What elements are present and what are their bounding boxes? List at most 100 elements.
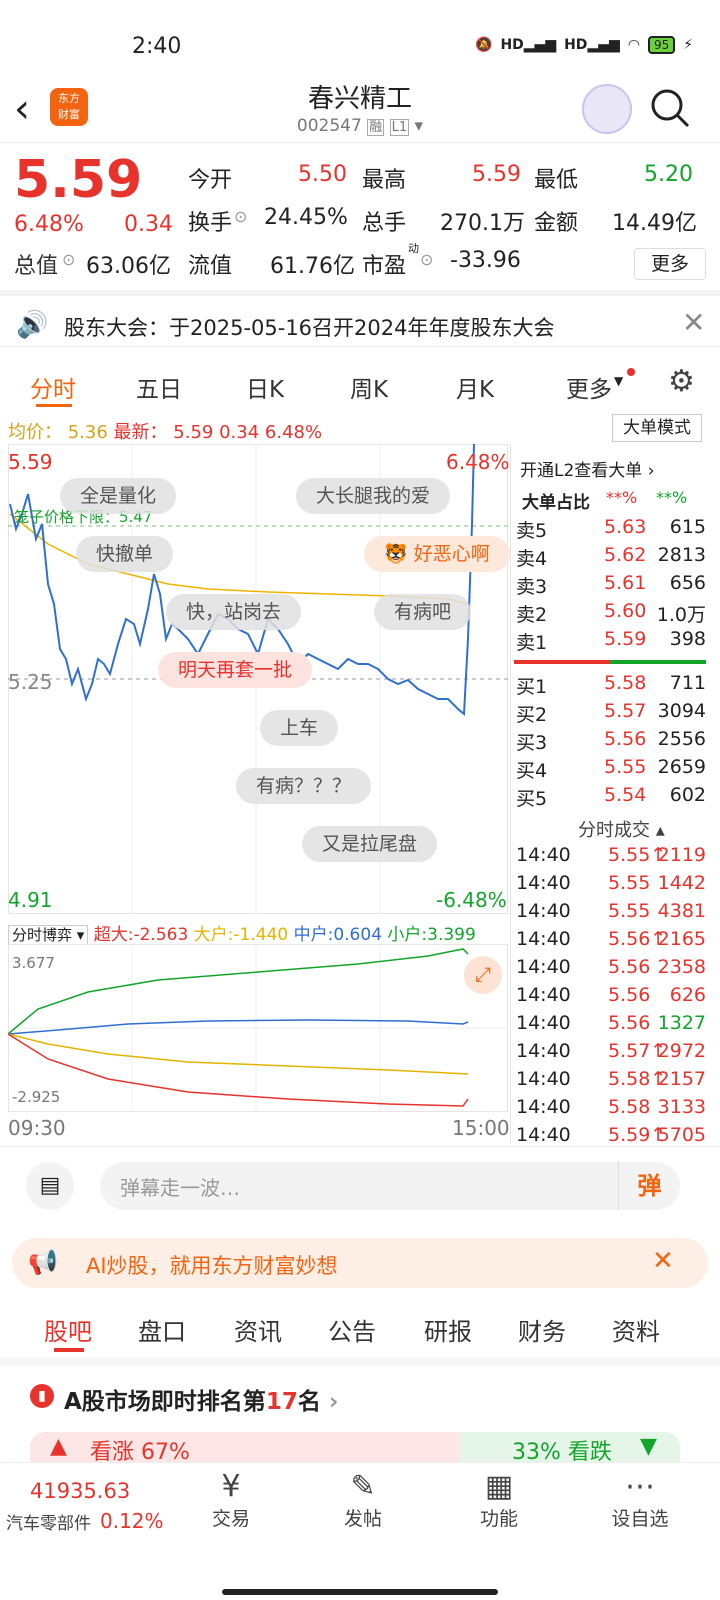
order-vol: 656: [669, 572, 706, 594]
down-vote-bar[interactable]: 33% 看跌 ▼: [460, 1432, 680, 1465]
charging-icon: ⚡: [683, 37, 694, 53]
tab-news[interactable]: 资讯: [234, 1312, 282, 1347]
flow-big: 大户:-1.440: [193, 925, 289, 945]
up-vote-bar[interactable]: ▲ 看涨 67%: [30, 1432, 460, 1465]
volume-label: 总手: [362, 211, 407, 236]
trade-button[interactable]: ¥ 交易: [196, 1469, 266, 1531]
l2-link[interactable]: 开通L2查看大单 ›: [520, 456, 655, 481]
flow-chart-svg: [8, 944, 508, 1112]
rong-badge: 融: [367, 119, 385, 136]
tab-monthly-k[interactable]: 月K: [456, 370, 494, 404]
chevron-right-icon: ›: [647, 461, 655, 481]
order-vol: 1.0万: [656, 604, 706, 626]
order-vol: 2813: [657, 544, 706, 566]
add-watchlist-button[interactable]: ⋯ 设自选: [602, 1469, 678, 1531]
function-button[interactable]: ▦ 功能: [464, 1469, 534, 1531]
order-price: 5.58: [604, 672, 647, 694]
danmaku-bubble[interactable]: 全是量化: [60, 478, 177, 514]
danmaku-bubble[interactable]: 快，站岗去: [166, 594, 302, 630]
index-pct: 0.12%: [100, 1509, 164, 1533]
order-price: 5.62: [604, 544, 647, 566]
turnover-label: 换手: [188, 211, 233, 236]
danmaku-bubble-highlight[interactable]: 🐯 好恶心啊: [364, 536, 510, 572]
danmaku-bubble[interactable]: 快撤单: [76, 536, 174, 572]
triangle-down-icon: ▼: [640, 1434, 657, 1459]
gear-icon[interactable]: ⚙: [668, 364, 695, 399]
tab-5day[interactable]: 五日: [136, 370, 182, 404]
chart-y-bottom: 4.91: [8, 888, 53, 912]
send-danmaku-button[interactable]: 弹: [618, 1162, 680, 1210]
flow-small: 小户:3.399: [387, 925, 476, 945]
avg-label: 均价：: [8, 422, 62, 443]
info-icon[interactable]: ⊙: [62, 250, 75, 269]
big-order-mode-button[interactable]: 大单模式: [612, 414, 702, 442]
chart-pct-top: 6.48%: [446, 450, 510, 474]
trade-price: 5.55: [608, 872, 651, 894]
order-price: 5.60: [604, 600, 647, 622]
info-icon[interactable]: ⊙: [234, 207, 247, 226]
chart-pct-bottom: -6.48%: [436, 888, 507, 912]
notice-text[interactable]: 股东大会：于2025-05-16召开2024年年度股东大会: [64, 312, 554, 342]
danmaku-bubble[interactable]: 又是拉尾盘: [302, 826, 438, 862]
turnover-value: 24.45%: [264, 205, 348, 230]
trade-time: 14:40: [516, 872, 571, 894]
grid-icon: ▦: [484, 1469, 514, 1504]
expand-icon[interactable]: ⤢: [464, 956, 502, 994]
tab-more[interactable]: 更多: [566, 370, 612, 404]
danmaku-input[interactable]: 弹幕走一波… 弹: [100, 1162, 680, 1210]
tab-announcements[interactable]: 公告: [328, 1312, 376, 1347]
info-line: 均价： 5.36 最新： 5.59 0.34 6.48%: [8, 418, 322, 444]
rank-section[interactable]: ▮ A股市场即时排名第17名 › ▲ 看涨 67% 33% 看跌 ▼: [0, 1366, 720, 1465]
order-price: 5.57: [604, 700, 647, 722]
ai-banner[interactable]: 📢 AI炒股，就用东方财富妙想 ✕: [12, 1238, 708, 1288]
open-label: 今开: [188, 168, 233, 193]
index-name: 汽车零部件: [6, 1514, 91, 1534]
tab-finance[interactable]: 财务: [518, 1312, 566, 1347]
tab-research[interactable]: 研报: [424, 1312, 472, 1347]
tab-daily-k[interactable]: 日K: [246, 370, 284, 404]
order-price: 5.59: [604, 628, 647, 650]
high-value: 5.59: [472, 162, 521, 187]
danmaku-bubble[interactable]: 上车: [260, 710, 339, 746]
trade-row: 14:40 5.56 2358: [516, 956, 706, 983]
tab-profile[interactable]: 资料: [612, 1312, 660, 1347]
trade-vol: 2165: [657, 928, 706, 950]
chart-time-end: 15:00: [452, 1116, 510, 1140]
chart-y-mid: 5.25: [8, 670, 53, 694]
order-label: 买3: [516, 732, 548, 754]
trades-header[interactable]: 分时成交 ▴: [578, 816, 665, 842]
tab-pankou[interactable]: 盘口: [138, 1312, 186, 1347]
trade-time: 14:40: [516, 900, 571, 922]
tab-underline: [54, 1348, 84, 1352]
close-icon[interactable]: ✕: [652, 1246, 674, 1276]
net-label-1: HD: [500, 37, 524, 53]
danmaku-bubble[interactable]: 有病吧: [374, 594, 472, 630]
trade-vol: 626: [669, 984, 706, 1006]
sell-bar: [514, 660, 610, 664]
megaphone-icon: 📢: [28, 1248, 58, 1276]
latest-pct: 6.48%: [264, 422, 323, 443]
tab-guba[interactable]: 股吧: [44, 1312, 92, 1347]
robot-avatar-icon[interactable]: [582, 84, 632, 134]
danmaku-bubble[interactable]: 有病？？？: [236, 768, 372, 804]
open-value: 5.50: [298, 162, 347, 187]
close-icon[interactable]: ✕: [682, 306, 705, 339]
trade-vol: 2972: [657, 1040, 706, 1062]
order-row: 买4 5.55 2659: [516, 756, 706, 783]
order-row: 买5 5.54 602: [516, 784, 706, 811]
status-icons: 🔕 HD▂▄▆ HD▂▄▆ ◠ 95 ⚡: [475, 36, 693, 54]
tab-intraday[interactable]: 分时: [30, 370, 76, 404]
l2-link-text: 开通L2查看大单: [520, 461, 643, 481]
info-icon[interactable]: ⊙: [420, 250, 433, 269]
danmaku-bubble[interactable]: 明天再套一批: [158, 652, 313, 688]
search-icon[interactable]: [648, 86, 692, 130]
danmaku-bubble[interactable]: 大长腿我的爱: [296, 478, 451, 514]
chart-y-top: 5.59: [8, 450, 53, 474]
ratio-green: **%: [656, 488, 688, 507]
flow-selector[interactable]: 分时博弈 ▾: [8, 925, 89, 945]
tab-weekly-k[interactable]: 周K: [350, 370, 388, 404]
danmaku-settings-icon[interactable]: ▤: [26, 1162, 74, 1210]
post-button[interactable]: ✎ 发帖: [328, 1469, 398, 1531]
more-button[interactable]: 更多: [634, 248, 706, 280]
order-price: 5.61: [604, 572, 647, 594]
